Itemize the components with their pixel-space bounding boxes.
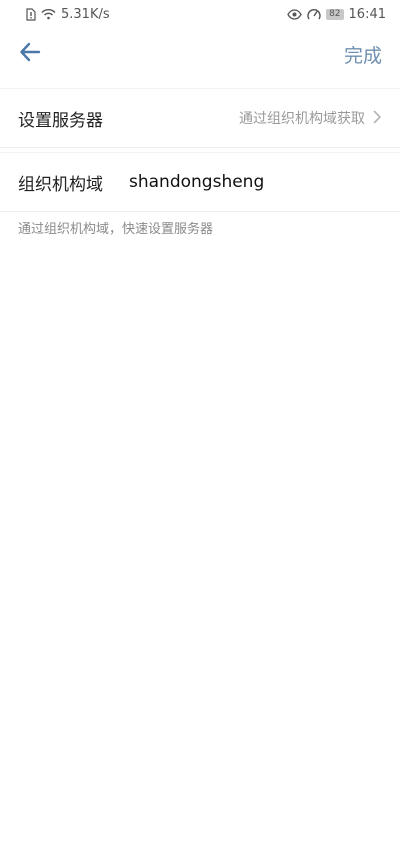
- header: 完成: [0, 30, 400, 78]
- done-button[interactable]: 完成: [344, 41, 382, 68]
- chevron-right-icon: [373, 109, 382, 128]
- server-setting-value-group: 通过组织机构域获取: [239, 108, 382, 128]
- server-setting-label: 设置服务器: [18, 110, 103, 131]
- status-left: 5.31K/s: [26, 7, 110, 22]
- hint-text: 通过组织机构域，快速设置服务器: [18, 222, 214, 237]
- arrow-left-icon: [19, 42, 41, 66]
- org-domain-input[interactable]: [129, 172, 349, 192]
- status-right: 82 16:41: [287, 7, 386, 22]
- clock: 16:41: [348, 6, 386, 22]
- wifi-icon: [41, 8, 56, 20]
- eye-icon: [287, 8, 302, 20]
- server-setting-row[interactable]: 设置服务器 通过组织机构域获取: [0, 88, 400, 148]
- battery-icon: 82: [326, 8, 344, 20]
- org-domain-label: 组织机构域: [18, 174, 103, 195]
- sim-icon: [26, 7, 36, 21]
- speed-gauge-icon: [307, 8, 321, 21]
- network-speed: 5.31K/s: [61, 6, 110, 22]
- server-setting-value: 通过组织机构域获取: [239, 111, 365, 127]
- back-button[interactable]: [14, 38, 46, 70]
- status-bar: 5.31K/s 82 16:41: [0, 0, 400, 28]
- org-domain-row: 组织机构域: [0, 152, 400, 212]
